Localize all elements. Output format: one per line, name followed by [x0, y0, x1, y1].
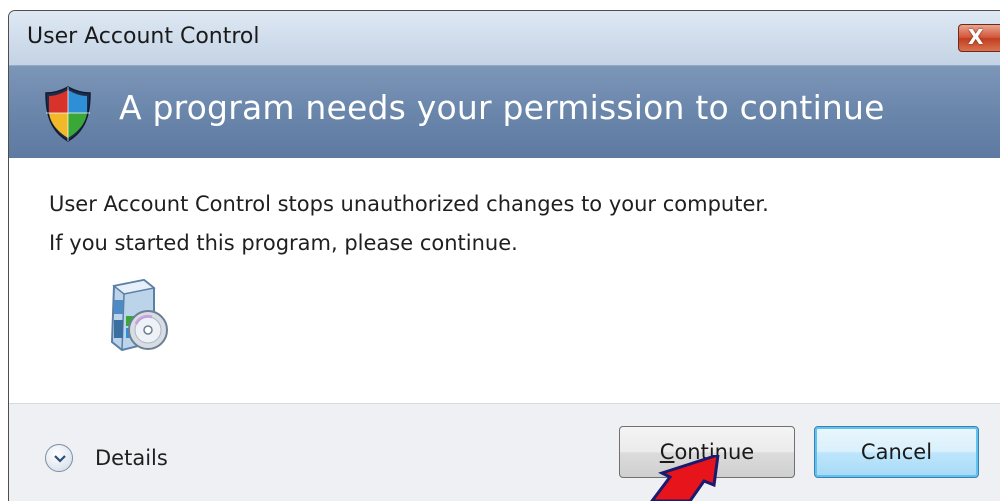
title-bar[interactable]: User Account Control X — [9, 11, 1000, 65]
close-button[interactable]: X — [958, 24, 1000, 52]
message-line-1: User Account Control stops unauthorized … — [49, 192, 769, 216]
close-icon: X — [968, 25, 984, 49]
red-arrow-annotation — [650, 455, 720, 501]
uac-dialog: User Account Control X A program needs y… — [8, 10, 1000, 501]
header-title: A program needs your permission to conti… — [119, 88, 885, 127]
message-line-2: If you started this program, please cont… — [49, 231, 518, 255]
shield-icon — [45, 86, 91, 142]
dialog-footer: Details Continue Cancel — [9, 403, 1000, 501]
details-toggle[interactable]: Details — [45, 444, 168, 472]
software-box-icon — [110, 278, 168, 352]
header-band: A program needs your permission to conti… — [9, 65, 1000, 158]
cancel-button[interactable]: Cancel — [814, 426, 979, 478]
window-title: User Account Control — [27, 24, 260, 49]
chevron-down-icon[interactable] — [45, 444, 73, 472]
details-label: Details — [95, 446, 168, 470]
dialog-body: User Account Control stops unauthorized … — [9, 158, 1000, 403]
